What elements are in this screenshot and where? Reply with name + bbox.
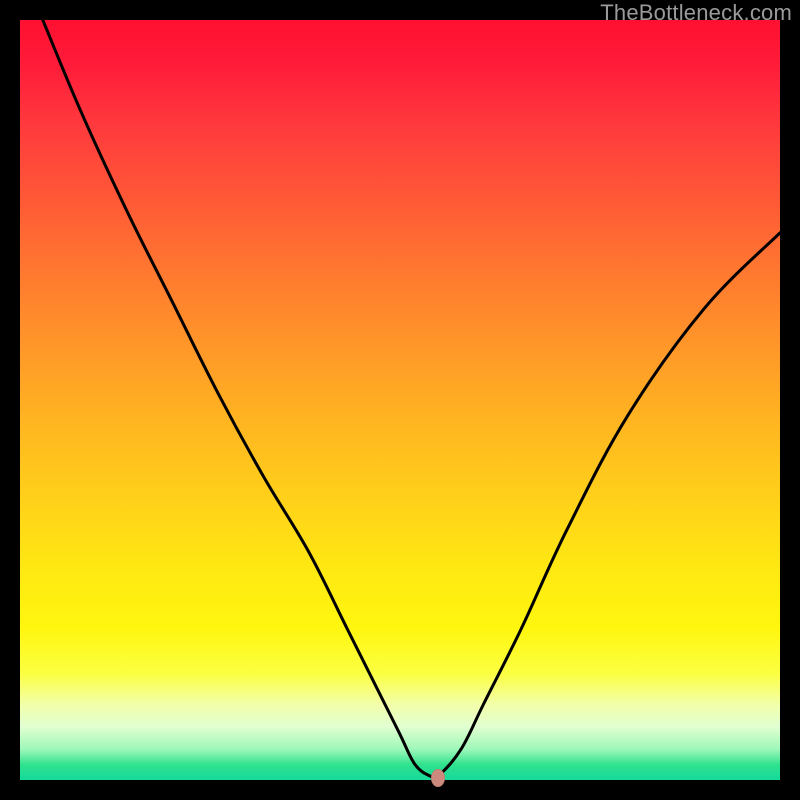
- bottleneck-curve-path: [43, 20, 780, 779]
- chart-frame: TheBottleneck.com: [0, 0, 800, 800]
- curve-svg: [20, 20, 780, 780]
- watermark-text: TheBottleneck.com: [600, 0, 792, 26]
- plot-area: [20, 20, 780, 780]
- optimal-point-marker: [431, 769, 445, 787]
